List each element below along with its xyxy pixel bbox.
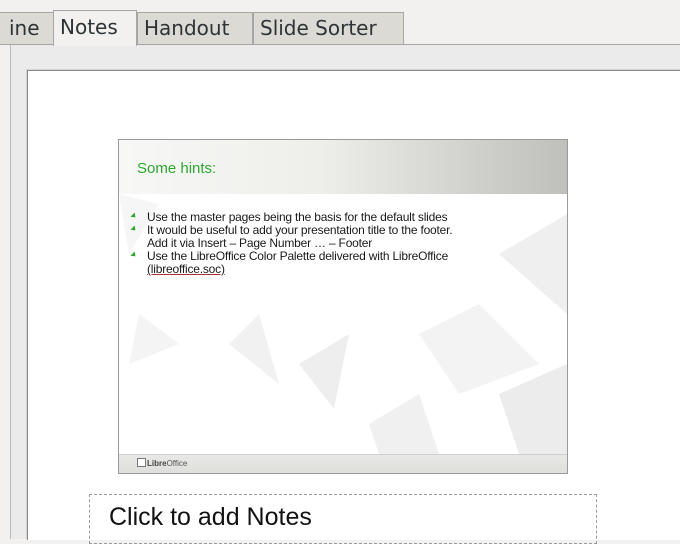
palette-link[interactable]: (libreoffice.soc) [147, 262, 225, 276]
logo-text: Office [166, 459, 188, 468]
bullet-text-continued: Add it via Insert – Page Number … – Foot… [147, 236, 373, 250]
slide-thumbnail[interactable]: Some hints: Use the master pages being t… [118, 139, 568, 474]
bullet-arrow-icon [130, 225, 138, 233]
bullet-arrow-icon [130, 251, 138, 259]
libreoffice-logo: LibreOffice [137, 458, 187, 470]
notes-placeholder-box[interactable]: Click to add Notes [89, 494, 597, 544]
document-icon [137, 458, 146, 467]
notes-placeholder-text[interactable]: Click to add Notes [109, 503, 312, 532]
slide-footer: LibreOffice [119, 454, 567, 473]
bullet-text: Use the LibreOffice Color Palette delive… [147, 249, 449, 263]
logo-text-bold: Libre [147, 459, 167, 468]
bullet-text: Use the master pages being the basis for… [147, 210, 448, 224]
slide-title: Some hints: [137, 160, 217, 177]
tab-notes[interactable]: Notes [53, 10, 137, 46]
tab-slide-sorter[interactable]: Slide Sorter [253, 12, 404, 45]
view-tab-bar: ine Notes Handout Slide Sorter [0, 0, 680, 46]
bullet-arrow-icon [130, 212, 138, 220]
slide-bullet-list: Use the master pages being the basis for… [129, 211, 559, 276]
tab-outline[interactable]: ine [0, 12, 54, 45]
slide-bullet-3: Use the LibreOffice Color Palette delive… [129, 250, 559, 276]
tab-handout[interactable]: Handout [137, 12, 253, 45]
slide-bullet-2: It would be useful to add your presentat… [129, 224, 559, 250]
bullet-text: It would be useful to add your presentat… [147, 223, 453, 237]
